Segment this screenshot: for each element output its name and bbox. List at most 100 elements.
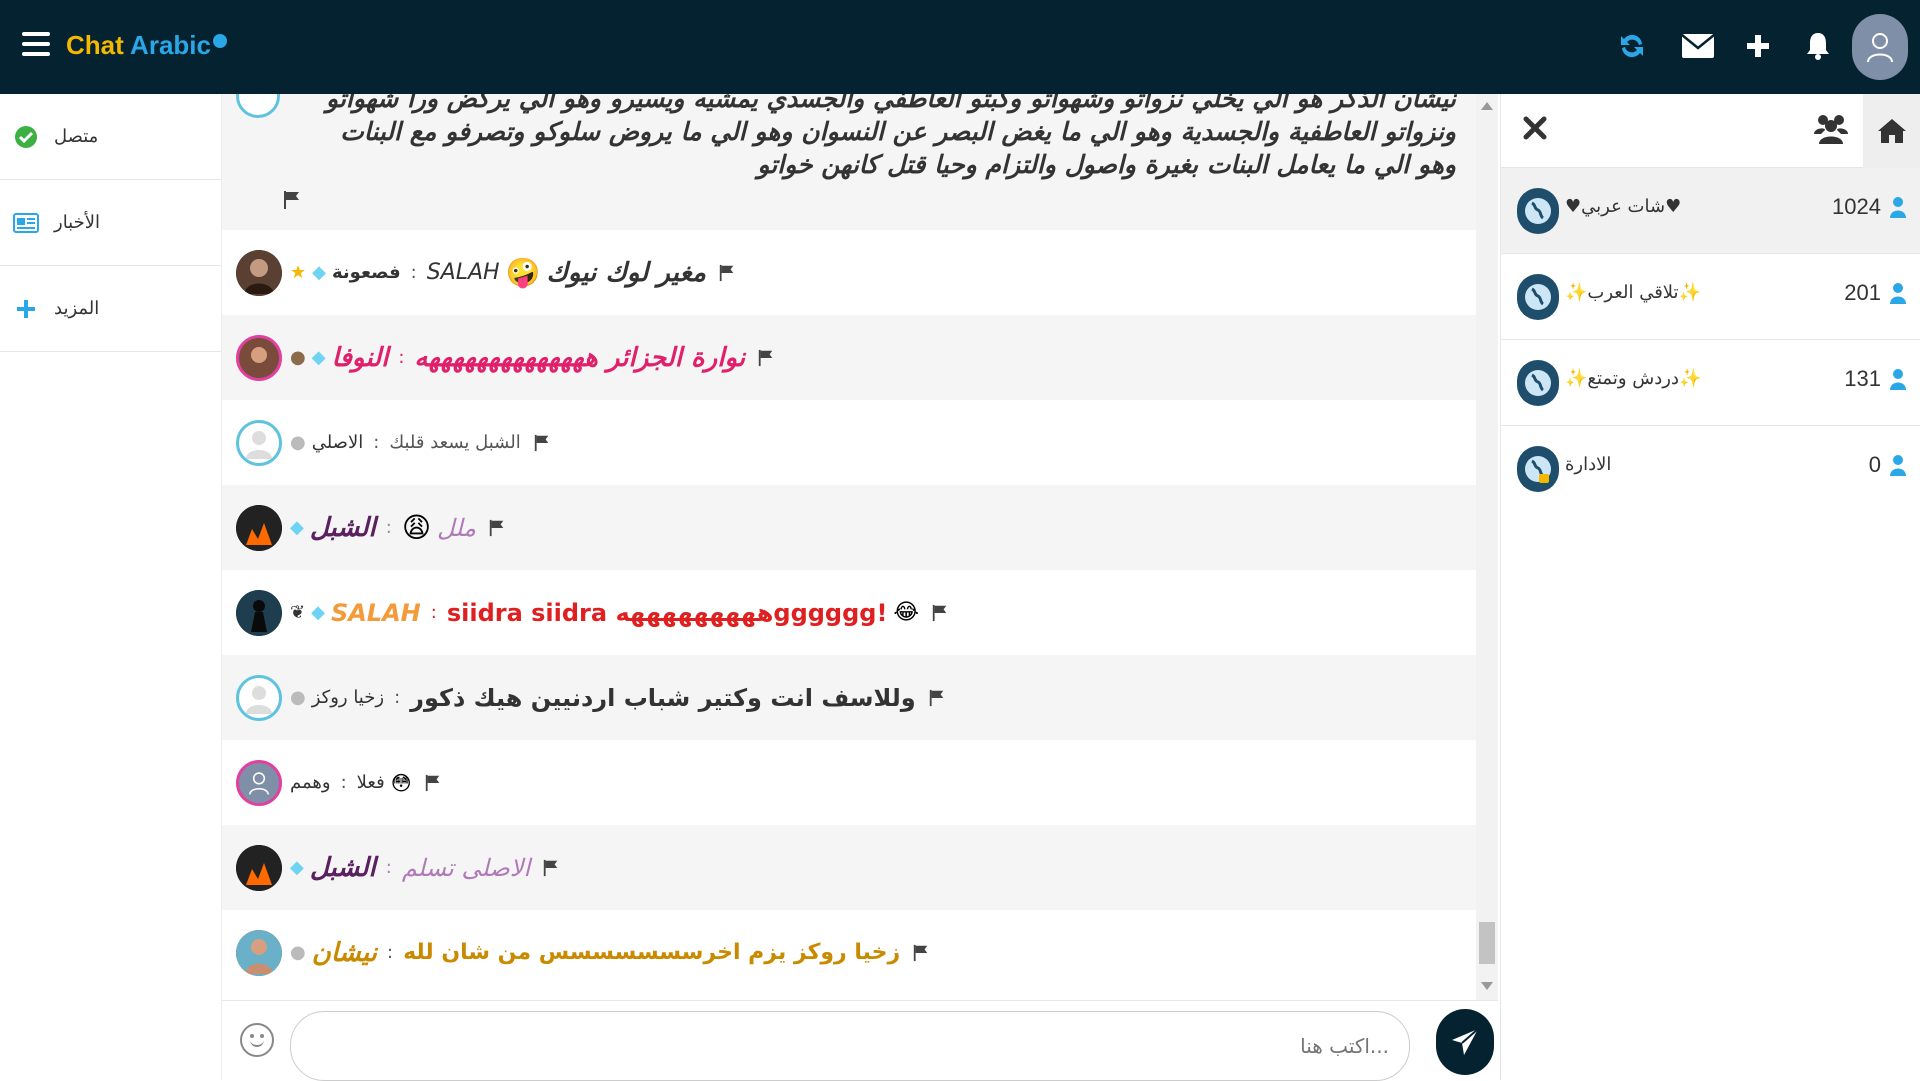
- chat-message: ◆ الشبل : 😩 ملل: [222, 485, 1476, 570]
- room-name: الادارة: [1565, 454, 1612, 475]
- chat-scrollbar[interactable]: [1476, 94, 1498, 1000]
- message-username[interactable]: زخيا روكز: [312, 687, 384, 708]
- message-text: نيشان الذكر هو الي يخلي نزواتو وشهواتو و…: [326, 94, 1456, 179]
- avatar[interactable]: [236, 589, 282, 636]
- news-icon: [12, 209, 40, 237]
- emoji-icon: 😳: [390, 770, 412, 795]
- room-user-count: 131: [1844, 366, 1881, 391]
- avatar[interactable]: [236, 504, 282, 551]
- diamond-icon: ◆: [290, 517, 304, 538]
- message-text: نوارة الجزائر ههههههههههههههه: [414, 342, 746, 373]
- room-user-count: 0: [1868, 452, 1881, 477]
- avatar[interactable]: [236, 674, 282, 721]
- wings-icon: ❦: [290, 602, 306, 623]
- avatar[interactable]: [236, 844, 282, 891]
- avatar[interactable]: [236, 249, 282, 296]
- chat-message: ● الاصلي : الشبل يسعد قلبك: [222, 400, 1476, 485]
- room-item[interactable]: ♥شات عربي♥ 1024: [1501, 168, 1920, 254]
- plus-icon[interactable]: [1740, 28, 1776, 64]
- room-item[interactable]: ✨تلاقي العرب✨ 201: [1501, 254, 1920, 340]
- sidebar-item-label: متصل: [54, 126, 99, 147]
- send-button[interactable]: [1436, 1009, 1494, 1075]
- report-flag-icon[interactable]: [912, 944, 930, 962]
- plus-icon: [12, 295, 40, 323]
- message-text: وللاسف انت وكتير شباب اردنيين هيك ذكور: [410, 683, 916, 712]
- room-name: ♥شات عربي♥: [1565, 196, 1682, 217]
- chat-message: نيشان الذكر هو الي يخلي نزواتو وشهواتو و…: [222, 94, 1476, 230]
- chat-message: ● ◆ النوفا : نوارة الجزائر ههههههههههههه…: [222, 315, 1476, 400]
- message-text: فعلا: [356, 772, 385, 793]
- user-avatar-icon[interactable]: [1852, 14, 1908, 80]
- message-username[interactable]: وهمم: [290, 772, 331, 793]
- send-icon: [1452, 1028, 1479, 1055]
- chat-message: ★ ◆ فصعونة : SALAH 🤪 مغير لوك نيوك: [222, 230, 1476, 315]
- diamond-icon: ◆: [312, 262, 326, 283]
- report-flag-icon[interactable]: [488, 519, 506, 537]
- rooms-panel-header: [1501, 94, 1920, 168]
- sidebar-item-news[interactable]: الأخبار: [0, 180, 221, 266]
- room-name: ✨دردش وتمتع✨: [1565, 368, 1702, 389]
- avatar[interactable]: [236, 419, 282, 466]
- chat-message: ● نيشان : زخيا روكز يزم اخرسسسسسسس من شا…: [222, 910, 1476, 995]
- globe-icon: [1517, 188, 1559, 234]
- chat-message: ❦ ◆ SALAH : siidra siidra ههههههههههgggg…: [222, 570, 1476, 655]
- avatar[interactable]: [236, 94, 280, 118]
- message-text: siidra siidra ههههههههههgggggg!: [446, 598, 888, 627]
- message-username[interactable]: الاصلي: [312, 432, 364, 453]
- message-text: زخيا روكز يزم اخرسسسسسسس من شان لله: [403, 940, 901, 965]
- room-item[interactable]: ✨دردش وتمتع✨ 131: [1501, 340, 1920, 426]
- close-icon[interactable]: [1521, 114, 1549, 142]
- report-flag-icon[interactable]: [424, 774, 442, 792]
- message-input[interactable]: [290, 1011, 1410, 1081]
- report-flag-icon[interactable]: [931, 604, 949, 622]
- report-flag-icon[interactable]: [718, 264, 736, 282]
- avatar[interactable]: [236, 334, 282, 381]
- globe-icon: [1517, 360, 1559, 406]
- report-flag-icon[interactable]: [533, 434, 551, 452]
- app-logo[interactable]: Chat Arabic: [66, 30, 227, 61]
- chat-message: ◆ الشبل : الاصلى تسلم: [222, 825, 1476, 910]
- home-icon[interactable]: [1863, 94, 1920, 168]
- avatar[interactable]: [236, 759, 282, 806]
- refresh-icon[interactable]: [1614, 28, 1650, 64]
- message-username[interactable]: الشبل: [310, 853, 376, 883]
- message-text: مغير لوك نيوك: [546, 257, 706, 288]
- sidebar-item-label: المزيد: [54, 298, 100, 319]
- report-flag-icon[interactable]: [542, 859, 560, 877]
- message-username[interactable]: النوفا: [332, 343, 389, 373]
- chat-messages[interactable]: نيشان الذكر هو الي يخلي نزواتو وشهواتو و…: [222, 94, 1476, 1000]
- report-flag-icon[interactable]: [928, 689, 946, 707]
- chat-message: ● زخيا روكز : وللاسف انت وكتير شباب اردن…: [222, 655, 1476, 740]
- message-username[interactable]: SALAH: [331, 599, 421, 627]
- message-username[interactable]: نيشان: [312, 938, 377, 968]
- message-text: ملل: [437, 513, 476, 542]
- sidebar-item-online[interactable]: متصل: [0, 94, 221, 180]
- rooms-panel: ♥شات عربي♥ 1024 ✨تلاقي العرب✨ 201 ✨دردش …: [1500, 94, 1920, 1080]
- message-username[interactable]: فصعونة: [332, 262, 401, 283]
- user-icon: [1890, 369, 1906, 390]
- emoji-icon[interactable]: [240, 1023, 274, 1057]
- user-icon: ●: [290, 942, 306, 963]
- avatar[interactable]: [236, 929, 282, 976]
- message-input-bar: [222, 1000, 1498, 1081]
- sidebar-item-label: الأخبار: [54, 212, 101, 233]
- user-icon: [1890, 197, 1906, 218]
- room-item[interactable]: الادارة 0: [1501, 426, 1920, 512]
- star-badge-icon: ★: [290, 262, 307, 283]
- message-username[interactable]: الشبل: [310, 513, 376, 543]
- scroll-down-icon[interactable]: [1481, 982, 1493, 990]
- globe-icon: [1517, 274, 1559, 320]
- emoji-icon: 🤪: [505, 256, 541, 289]
- chat-message: وهمم : فعلا 😳: [222, 740, 1476, 825]
- report-flag-icon[interactable]: [282, 190, 302, 210]
- report-flag-icon[interactable]: [757, 349, 775, 367]
- diamond-icon: ◆: [311, 602, 325, 623]
- scroll-thumb[interactable]: [1479, 922, 1495, 964]
- mail-icon[interactable]: [1680, 28, 1716, 64]
- bell-icon[interactable]: [1800, 28, 1836, 64]
- scroll-up-icon[interactable]: [1481, 102, 1493, 110]
- user-icon: ●: [290, 687, 306, 708]
- sidebar-item-more[interactable]: المزيد: [0, 266, 221, 352]
- users-icon[interactable]: [1813, 110, 1849, 146]
- menu-icon[interactable]: [22, 32, 50, 56]
